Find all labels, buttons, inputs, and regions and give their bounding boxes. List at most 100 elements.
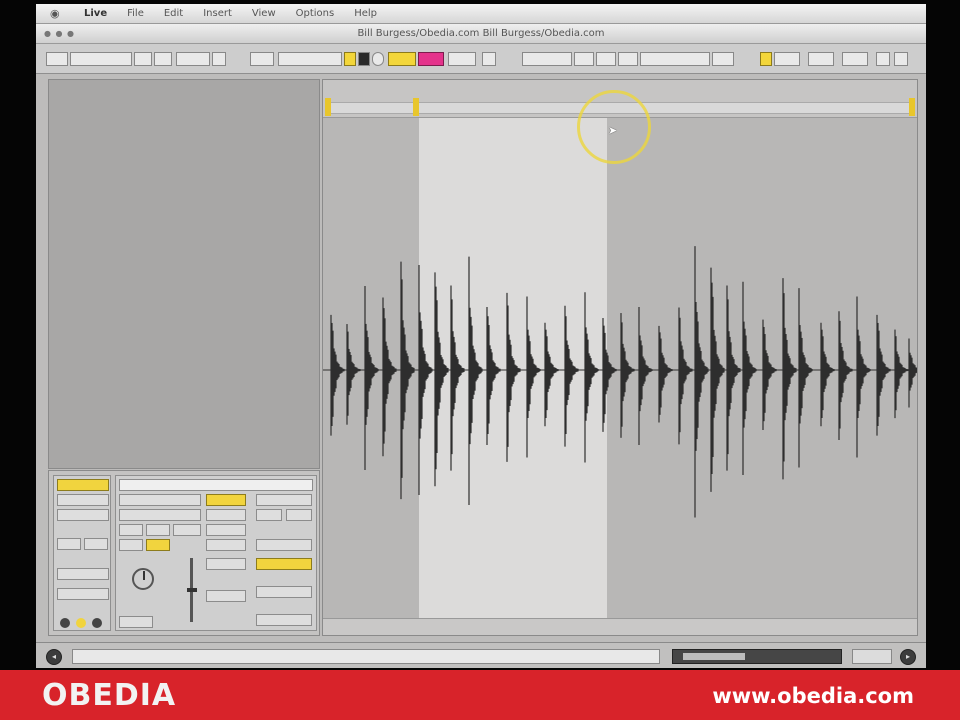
transport-control-bar: [36, 44, 926, 74]
loop-start-field[interactable]: [522, 52, 572, 66]
tempo-field[interactable]: [70, 52, 132, 66]
waveform-transient: [564, 305, 579, 447]
fade-button[interactable]: [119, 539, 143, 551]
edit-button[interactable]: [119, 524, 143, 536]
double-tempo-button[interactable]: [256, 509, 282, 521]
menu-view[interactable]: View: [252, 8, 276, 19]
save-sample-button[interactable]: [146, 524, 170, 536]
menu-insert[interactable]: Insert: [203, 8, 232, 19]
clip-loop-icon[interactable]: [76, 618, 86, 628]
stop-button[interactable]: [358, 52, 370, 66]
volume-label: [176, 624, 216, 636]
loop-toggle-button[interactable]: [256, 558, 312, 570]
clip-color-field[interactable]: [57, 509, 109, 521]
metronome-button[interactable]: [212, 52, 226, 66]
menu-help[interactable]: Help: [354, 8, 377, 19]
circle-arrow-right-icon[interactable]: ▸: [900, 649, 916, 665]
menu-file[interactable]: File: [127, 8, 144, 19]
time-ruler[interactable]: [323, 618, 917, 635]
clip-box: [53, 475, 111, 631]
menu-edit[interactable]: Edit: [164, 8, 183, 19]
track-select-button[interactable]: [852, 649, 892, 664]
overdub-button[interactable]: [388, 52, 416, 66]
loop-start-marker[interactable]: [413, 98, 419, 116]
time-signature-field[interactable]: [176, 52, 210, 66]
signature-numerator[interactable]: [57, 538, 81, 550]
draw-button[interactable]: [712, 52, 734, 66]
nudge-up-button[interactable]: [154, 52, 172, 66]
commit-button[interactable]: [57, 588, 109, 600]
signature-label: [57, 524, 109, 536]
circle-arrow-icon[interactable]: ◂: [46, 649, 62, 665]
punch-out-button[interactable]: [618, 52, 638, 66]
browser-pane[interactable]: [48, 79, 320, 469]
sample-box: [115, 475, 317, 631]
window-titlebar: ● ● ● Bill Burgess/Obedia.com Bill Burge…: [36, 24, 926, 44]
waveform-transient: [434, 272, 449, 487]
groove-label: [57, 554, 109, 566]
loop-length-clip-field[interactable]: [256, 614, 312, 626]
end-marker[interactable]: [909, 98, 915, 116]
loop-button[interactable]: [596, 52, 616, 66]
live-window: ◉ Live File Edit Insert View Options Hel…: [36, 4, 926, 668]
follow-button[interactable]: [250, 52, 274, 66]
key-map-button[interactable]: [760, 52, 772, 66]
start-marker[interactable]: [325, 98, 331, 116]
menubar: ◉ Live File Edit Insert View Options Hel…: [36, 4, 926, 24]
loop-position-field[interactable]: [256, 586, 312, 598]
hiq-button[interactable]: [173, 524, 201, 536]
waveform[interactable]: [323, 118, 918, 618]
seg-bpm-value[interactable]: [286, 509, 312, 521]
halve-tempo-button[interactable]: [206, 509, 246, 521]
warp-button[interactable]: [206, 494, 246, 506]
menu-live[interactable]: Live: [84, 8, 107, 19]
overview-strip[interactable]: [672, 649, 842, 664]
waveform-transient: [544, 322, 559, 427]
tap-button[interactable]: [46, 52, 68, 66]
menu-options[interactable]: Options: [296, 8, 335, 19]
record-button[interactable]: [372, 52, 384, 66]
clip-launch-icon[interactable]: [60, 618, 70, 628]
volume-fader-handle[interactable]: [187, 588, 197, 592]
waveform-transient: [620, 313, 635, 438]
warp-mode-select[interactable]: [206, 539, 246, 551]
waveform-transient: [856, 296, 871, 458]
transients-select[interactable]: [206, 558, 246, 570]
waveform-transient: [346, 324, 361, 425]
nudge-down-button[interactable]: [134, 52, 152, 66]
envelope-field[interactable]: [206, 590, 246, 602]
play-button[interactable]: [344, 52, 356, 66]
draw-mode-button[interactable]: [482, 52, 496, 66]
ram-button[interactable]: [146, 539, 170, 551]
clip-activator[interactable]: [57, 479, 109, 491]
seg-bpm-field[interactable]: [256, 494, 312, 506]
groove-field[interactable]: [57, 568, 109, 580]
waveform-transient: [584, 292, 599, 463]
clip-name-field[interactable]: [57, 494, 109, 506]
quantize-button[interactable]: [418, 52, 444, 66]
sample-editor[interactable]: ➤: [322, 79, 918, 636]
clip-envelope-icon[interactable]: [92, 618, 102, 628]
apple-icon[interactable]: ◉: [50, 7, 64, 20]
loop-length-field[interactable]: [640, 52, 710, 66]
waveform-transient: [742, 281, 757, 475]
arrangement-position-field[interactable]: [278, 52, 342, 66]
waveform-transient: [526, 296, 541, 458]
clip-view: [48, 470, 320, 636]
midi-map-button[interactable]: [808, 52, 834, 66]
status-info-view: [72, 649, 660, 664]
transpose-knob-icon[interactable]: [132, 568, 154, 590]
waveform-transient: [486, 307, 501, 445]
key-button[interactable]: [774, 52, 800, 66]
signature-denominator[interactable]: [84, 538, 108, 550]
detune-field[interactable]: [119, 616, 153, 628]
transpose-label: [119, 554, 179, 566]
position-label: [256, 572, 312, 584]
waveform-transient: [506, 292, 521, 462]
waveform-transient: [602, 318, 617, 432]
obedia-logo: OBEDIA: [42, 678, 177, 713]
punch-in-button[interactable]: [574, 52, 594, 66]
waveform-transient: [782, 278, 797, 480]
automation-button[interactable]: [448, 52, 476, 66]
start-marker-field[interactable]: [256, 539, 312, 551]
